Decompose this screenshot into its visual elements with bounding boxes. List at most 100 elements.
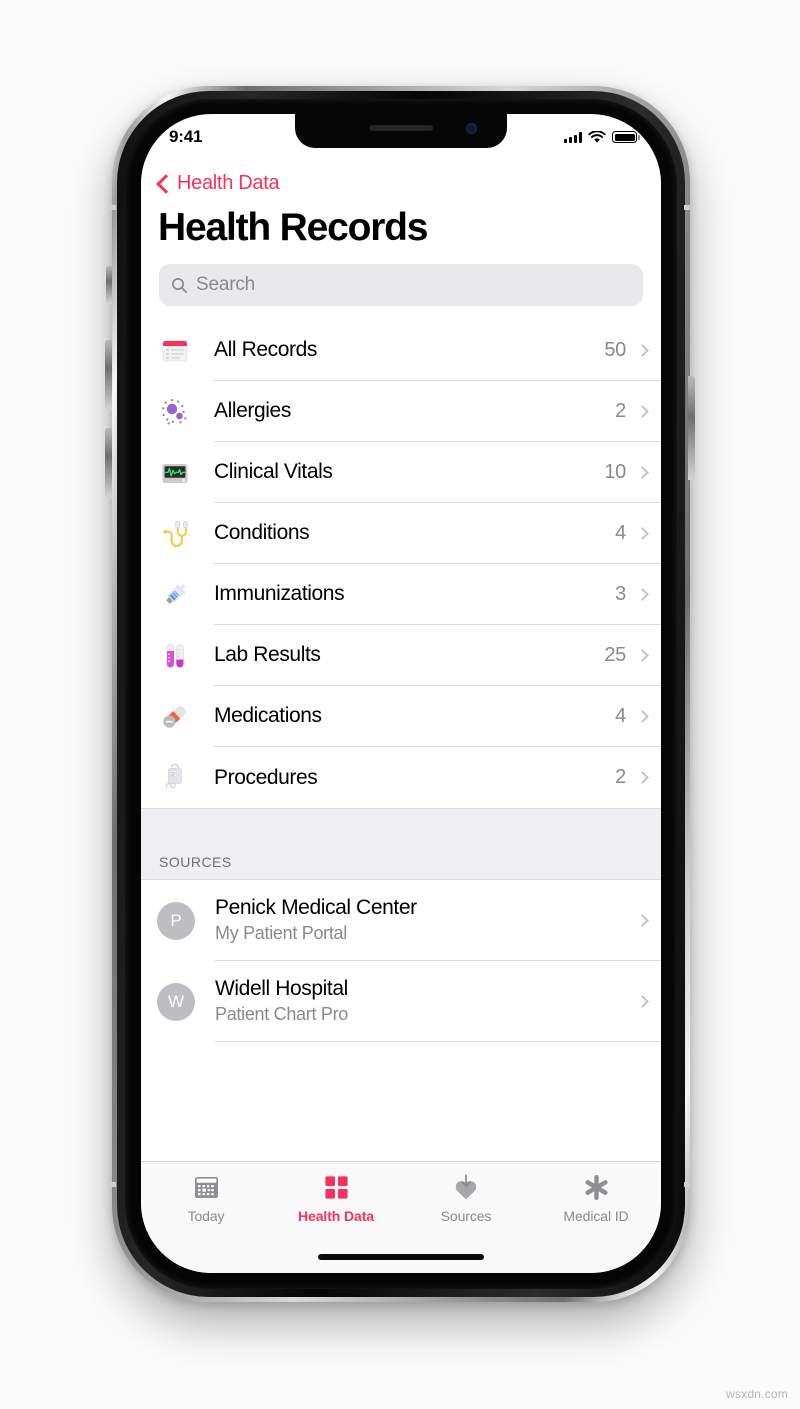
source-item-title: Penick Medical Center bbox=[215, 896, 417, 919]
source-item-content: Penick Medical Center My Patient Portal bbox=[215, 880, 661, 961]
allergen-particles-icon bbox=[157, 394, 193, 430]
records-list: All Records 50 Allergies 2 Clinical Vita… bbox=[141, 320, 661, 808]
pills-capsule-icon bbox=[157, 699, 193, 735]
chevron-right-icon bbox=[636, 587, 649, 601]
list-item-content: Immunizations 3 bbox=[214, 564, 661, 625]
power-button[interactable] bbox=[688, 376, 695, 480]
list-item-content: Procedures 2 bbox=[214, 747, 661, 808]
list-item-procedures[interactable]: Procedures 2 bbox=[141, 747, 661, 808]
list-item-clinical-vitals[interactable]: Clinical Vitals 10 bbox=[141, 442, 661, 503]
chevron-right-icon bbox=[636, 526, 649, 540]
list-item-trailing: 4 bbox=[615, 704, 649, 728]
list-item-trailing: 50 bbox=[604, 338, 649, 362]
list-item-trailing: 2 bbox=[615, 399, 649, 423]
tab-bar: Today Health Data Sources Medical ID bbox=[141, 1161, 661, 1273]
status-indicators bbox=[564, 130, 640, 144]
search-icon bbox=[171, 277, 188, 293]
sources-section-header: SOURCES bbox=[141, 808, 661, 880]
tab-medical-id[interactable]: Medical ID bbox=[531, 1173, 661, 1224]
wifi-icon bbox=[588, 130, 606, 143]
iv-bag-icon bbox=[157, 760, 193, 796]
list-item-count: 4 bbox=[615, 704, 626, 727]
list-item-label: Allergies bbox=[214, 399, 291, 422]
list-item-count: 25 bbox=[604, 643, 626, 666]
list-item-content: Medications 4 bbox=[214, 686, 661, 747]
phone-screen: 9:41 Health Data Health Records Search A… bbox=[141, 114, 661, 1273]
vitals-monitor-icon bbox=[157, 455, 193, 491]
tab-label: Medical ID bbox=[563, 1208, 629, 1224]
chevron-right-icon bbox=[636, 709, 649, 723]
tab-today[interactable]: Today bbox=[141, 1173, 271, 1224]
tab-label: Sources bbox=[440, 1208, 492, 1224]
list-item-trailing: 10 bbox=[604, 461, 649, 484]
list-item-allergies[interactable]: Allergies 2 bbox=[141, 381, 661, 442]
chevron-right-icon bbox=[636, 994, 649, 1008]
source-item-content: Widell Hospital Patient Chart Pro bbox=[215, 961, 661, 1042]
tab-sources[interactable]: Sources bbox=[401, 1173, 531, 1224]
mute-switch[interactable] bbox=[106, 266, 112, 304]
list-item-content: Lab Results 25 bbox=[214, 625, 661, 686]
search-container: Search bbox=[141, 250, 661, 306]
asterisk-icon bbox=[583, 1173, 610, 1202]
list-item-count: 50 bbox=[604, 338, 626, 361]
search-input[interactable]: Search bbox=[159, 264, 643, 306]
list-item-count: 3 bbox=[615, 582, 626, 605]
back-button-label: Health Data bbox=[177, 172, 280, 194]
source-item-subtitle: My Patient Portal bbox=[215, 923, 347, 943]
home-indicator[interactable] bbox=[318, 1254, 484, 1260]
chevron-right-icon bbox=[636, 648, 649, 662]
avatar: W bbox=[157, 982, 195, 1021]
list-item-label: Lab Results bbox=[214, 643, 321, 666]
list-item-medications[interactable]: Medications 4 bbox=[141, 686, 661, 747]
source-item-texts: Penick Medical Center My Patient Portal bbox=[215, 896, 417, 944]
list-item-trailing: 4 bbox=[615, 522, 649, 545]
four-squares-icon bbox=[323, 1173, 350, 1202]
chevron-right-icon bbox=[636, 771, 649, 784]
list-item-label: Clinical Vitals bbox=[214, 460, 333, 483]
source-item-widell-hospital[interactable]: W Widell Hospital Patient Chart Pro bbox=[141, 961, 661, 1042]
source-item-texts: Widell Hospital Patient Chart Pro bbox=[215, 977, 348, 1025]
antenna-line bbox=[684, 205, 690, 210]
list-item-label: Immunizations bbox=[214, 582, 345, 605]
syringe-icon bbox=[157, 577, 193, 613]
tab-health-data[interactable]: Health Data bbox=[271, 1173, 401, 1224]
source-item-subtitle: Patient Chart Pro bbox=[215, 1004, 348, 1024]
source-item-penick-medical-center[interactable]: P Penick Medical Center My Patient Porta… bbox=[141, 880, 661, 961]
source-item-title: Widell Hospital bbox=[215, 977, 348, 1000]
list-item-content: Conditions 4 bbox=[214, 503, 661, 564]
back-button[interactable]: Health Data bbox=[141, 158, 661, 195]
sources-section-label: SOURCES bbox=[159, 854, 232, 870]
notch bbox=[295, 114, 507, 148]
list-item-immunizations[interactable]: Immunizations 3 bbox=[141, 564, 661, 625]
scroll-content[interactable]: Health Data Health Records Search All Re… bbox=[141, 158, 661, 1161]
heart-download-icon bbox=[452, 1173, 480, 1202]
antenna-line bbox=[110, 205, 116, 210]
page-title: Health Records bbox=[158, 206, 428, 249]
list-item-conditions[interactable]: Conditions 4 bbox=[141, 503, 661, 564]
list-item-content: Clinical Vitals 10 bbox=[214, 442, 661, 503]
list-item-lab-results[interactable]: Lab Results 25 bbox=[141, 625, 661, 686]
list-item-all-records[interactable]: All Records 50 bbox=[141, 320, 661, 381]
list-item-label: Conditions bbox=[214, 521, 310, 544]
status-time: 9:41 bbox=[169, 127, 203, 146]
list-item-trailing: 3 bbox=[615, 582, 649, 606]
list-item-count: 2 bbox=[615, 399, 626, 422]
list-item-count: 2 bbox=[615, 766, 626, 788]
chevron-right-icon bbox=[636, 404, 649, 418]
volume-up-button[interactable] bbox=[105, 340, 112, 410]
volume-down-button[interactable] bbox=[105, 428, 112, 498]
front-camera-icon bbox=[466, 123, 477, 134]
list-item-content: All Records 50 bbox=[214, 320, 661, 381]
screenshot-stage: 9:41 Health Data Health Records Search A… bbox=[0, 0, 800, 1409]
list-item-trailing: 2 bbox=[615, 766, 649, 789]
list-item-label: All Records bbox=[214, 338, 317, 361]
list-item-content: Allergies 2 bbox=[214, 381, 661, 442]
calendar-icon bbox=[193, 1173, 220, 1202]
cellular-signal-icon bbox=[564, 131, 582, 143]
earpiece-speaker-icon bbox=[369, 125, 433, 131]
antenna-line bbox=[684, 1182, 690, 1187]
list-item-label: Procedures bbox=[214, 765, 318, 789]
list-item-trailing: 25 bbox=[604, 643, 649, 667]
list-item-label: Medications bbox=[214, 704, 322, 727]
chevron-right-icon bbox=[636, 465, 649, 479]
